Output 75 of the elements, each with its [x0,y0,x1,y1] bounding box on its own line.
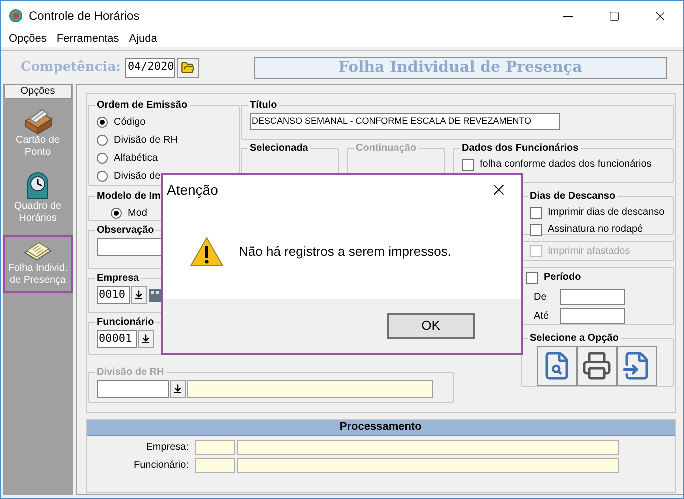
open-button[interactable] [176,58,199,78]
menu-item[interactable]: Ferramentas [56,30,120,48]
download-icon [141,334,151,344]
checkbox[interactable] [526,272,538,284]
ate-label: Até [534,310,550,324]
group-title: Selecione a Opção [529,332,620,346]
app-icon [9,9,23,23]
ok-button[interactable]: OK [387,313,475,339]
group-title: Divisão de RH [96,366,166,380]
menu-item[interactable]: Opções [9,30,47,48]
print-button[interactable] [577,346,618,386]
group-title: Empresa [96,272,140,286]
export-button[interactable] [617,346,658,386]
de-field[interactable] [560,289,625,305]
group-title: Modelo de Im [96,190,162,204]
checkbox[interactable] [530,206,542,218]
printer-icon [582,351,612,381]
folder-icon [180,60,195,74]
code-field [195,458,235,473]
checkbox-label: Imprimir dias de descanso [548,206,665,220]
lookup-button[interactable] [138,330,154,348]
de-label: De [534,290,548,304]
group-title: Dados dos Funcionários [461,142,580,156]
radio-label: Mod [128,206,148,220]
maximize-icon [608,10,620,22]
code-field [195,440,235,455]
radio-button[interactable] [97,116,108,128]
group-title: Dias de Descanso [529,190,617,204]
processamento-label: Funcionário: [132,459,190,473]
checkbox-label: Período [544,271,582,285]
group-title: Selecionada [249,142,310,156]
radio-label: Código [114,116,146,130]
sidebar-header[interactable]: Opções [4,84,72,99]
checkbox-label: Imprimir afastados [548,244,630,258]
window-title: Controle de Horários [29,8,140,25]
building-icon [148,287,162,303]
papers-icon [23,241,53,263]
ate-field[interactable] [560,308,625,324]
radio-button[interactable] [97,170,108,182]
radio-label: Divisão de [114,170,161,184]
checkbox-label: folha conforme dados dos funcionários [480,158,652,172]
group-title: Funcionário [96,316,156,330]
titulo-field[interactable]: DESCANSO SEMANAL - CONFORME ESCALA DE REVEZAMENTO [250,113,560,130]
group-title: Título [249,99,278,113]
group-title: Continuação [355,142,418,156]
sidebar-label: Quadro de Horários [13,201,63,225]
radio-button[interactable] [97,134,108,146]
menu-item[interactable]: Ajuda [129,30,158,48]
radio-label: Divisão de RH [114,134,178,148]
sidebar-label: Cartão de Ponto [15,135,61,159]
sidebar-label: Folha Individ. de Presença [7,263,69,287]
radio-label: Alfabética [114,152,158,166]
radio-button[interactable] [111,208,122,218]
page-title: Folha Individual de Presença [338,57,582,78]
dialog-title: Atenção [167,180,218,200]
download-icon [173,384,183,394]
competencia-field[interactable]: 04/2020 [124,58,175,78]
download-icon [134,290,144,300]
competencia-label: Competência: [21,58,121,77]
processamento-label: Empresa: [145,441,190,455]
checkbox[interactable] [530,224,542,236]
empresa-code-field[interactable]: 0010 [97,286,130,304]
funcionario-code-field[interactable]: 00001 [97,330,137,348]
preview-button[interactable] [537,346,578,386]
radio-button[interactable] [97,152,108,164]
checkbox-label: Assinatura no rodapé [548,223,644,237]
lookup-button[interactable] [170,380,186,398]
processamento-title: Processamento [340,420,422,436]
dialog-message: Não há registros a serem impressos. [239,243,452,262]
group-title: Observação [96,224,156,238]
group-title: Ordem de Emissão [96,99,189,113]
divisao-code-field[interactable] [97,380,169,398]
checkbox[interactable] [462,158,474,170]
lookup-button[interactable] [131,286,147,304]
warning-icon [189,236,225,268]
